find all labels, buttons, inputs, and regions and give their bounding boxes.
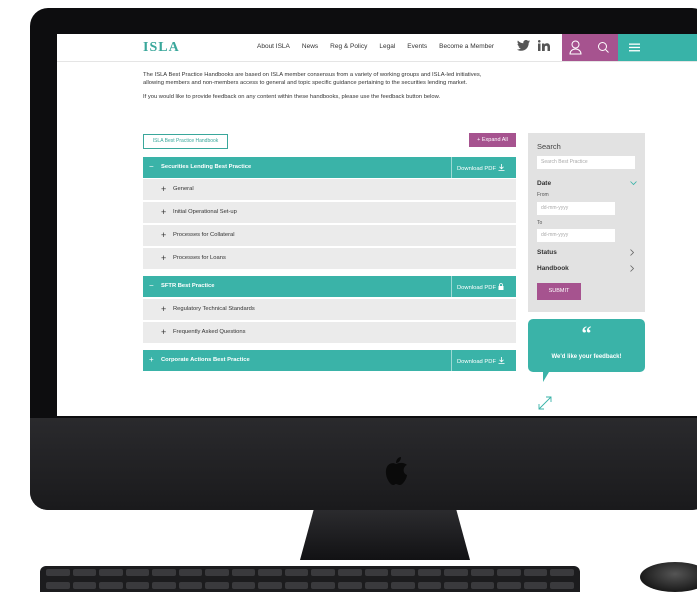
item-label: Processes for Loans [173,255,226,261]
user-icon [569,40,582,55]
download-icon [498,164,505,171]
feedback-tail [543,372,549,382]
top-navigation: ISLA About ISLA News Reg & Policy Legal … [57,34,697,62]
linkedin-icon[interactable] [538,40,550,51]
divider [451,276,452,297]
feedback-label: We'd like your feedback! [551,354,622,360]
download-pdf-link[interactable]: Download PDF [457,357,505,365]
item-label: Processes for Collateral [173,232,235,238]
social-links [517,40,550,51]
item-label: Frequently Asked Questions [173,329,246,335]
expand-all-button[interactable]: + Expand All [469,133,516,147]
collapse-icon: − [149,162,154,171]
plus-icon: + [161,327,167,337]
download-icon [498,357,505,364]
twitter-icon[interactable] [517,40,530,51]
expand-all-label: Expand All [481,137,508,143]
section-title: Securities Lending Best Practice [161,164,252,170]
item-label: Regulatory Technical Standards [173,306,255,312]
to-date-input[interactable]: dd-mm-yyyy [537,229,615,242]
list-item[interactable]: + Processes for Collateral [143,225,516,247]
expand-arrows-icon[interactable] [538,396,552,410]
monitor-stand [300,510,470,560]
download-pdf-label: Download PDF [457,285,496,291]
chevron-down-icon[interactable] [630,181,637,186]
hamburger-menu-button[interactable] [618,34,697,61]
download-pdf-link[interactable]: Download PDF [457,164,505,172]
download-pdf-label: Download PDF [457,359,496,365]
feedback-button[interactable]: “ We'd like your feedback! [528,319,645,372]
apple-logo-icon [385,457,407,485]
plus-icon: + [161,304,167,314]
browser-screen: ISLA About ISLA News Reg & Policy Legal … [57,34,697,416]
menu-news[interactable]: News [302,43,318,50]
menu-legal[interactable]: Legal [379,43,395,50]
isla-logo[interactable]: ISLA [143,40,180,56]
list-item[interactable]: + Initial Operational Set-up [143,202,516,224]
lock-icon [498,283,504,290]
section-sftr[interactable]: − SFTR Best Practice Download PDF [143,276,516,297]
intro-paragraph-1: The ISLA Best Practice Handbooks are bas… [143,72,482,86]
divider [451,157,452,178]
download-pdf-link[interactable]: Download PDF [457,283,504,291]
mouse [640,562,697,592]
handbook-filter-tag[interactable]: ISLA Best Practice Handbook [143,134,228,149]
plus-icon: + [161,207,167,217]
section-corporate-actions[interactable]: + Corporate Actions Best Practice Downlo… [143,350,516,371]
plus-icon: + [477,137,481,143]
plus-icon: + [161,230,167,240]
submit-button[interactable]: SUBMIT [537,283,581,300]
menu-about[interactable]: About ISLA [257,43,290,50]
collapse-icon: − [149,281,154,290]
list-item[interactable]: + Frequently Asked Questions [143,322,516,344]
search-heading: Search [537,142,561,151]
keyboard [40,566,580,592]
main-menu: About ISLA News Reg & Policy Legal Event… [257,43,494,50]
search-input[interactable]: Search Best Practice [537,156,635,169]
menu-events[interactable]: Events [407,43,427,50]
from-label: From [537,192,549,198]
hamburger-icon [629,43,640,52]
from-date-input[interactable]: dd-mm-yyyy [537,202,615,215]
download-pdf-label: Download PDF [457,166,496,172]
item-label: General [173,186,194,192]
handbook-label[interactable]: Handbook [537,265,569,272]
search-icon [598,42,609,53]
status-label[interactable]: Status [537,249,557,256]
search-button[interactable] [589,34,618,61]
date-label[interactable]: Date [537,180,551,187]
list-item[interactable]: + General [143,179,516,201]
monitor-chin [30,418,697,510]
section-securities-lending[interactable]: − Securities Lending Best Practice Downl… [143,157,516,178]
plus-icon: + [161,253,167,263]
intro-text: The ISLA Best Practice Handbooks are bas… [143,71,493,107]
menu-reg-policy[interactable]: Reg & Policy [330,43,367,50]
plus-icon: + [161,184,167,194]
account-button[interactable] [562,34,589,61]
list-item[interactable]: + Processes for Loans [143,248,516,270]
search-sidebar: Search Search Best Practice Date From dd… [528,133,645,312]
chevron-right-icon[interactable] [630,249,635,256]
section-title: SFTR Best Practice [161,283,215,289]
expand-icon: + [149,355,154,364]
list-item[interactable]: + Regulatory Technical Standards [143,299,516,321]
intro-paragraph-2: If you would like to provide feedback on… [143,94,441,100]
chevron-right-icon[interactable] [630,265,635,272]
to-label: To [537,220,543,226]
divider [451,350,452,371]
item-label: Initial Operational Set-up [173,209,237,215]
section-title: Corporate Actions Best Practice [161,357,250,363]
quote-icon: “ [581,323,592,345]
menu-become-member[interactable]: Become a Member [439,43,494,50]
